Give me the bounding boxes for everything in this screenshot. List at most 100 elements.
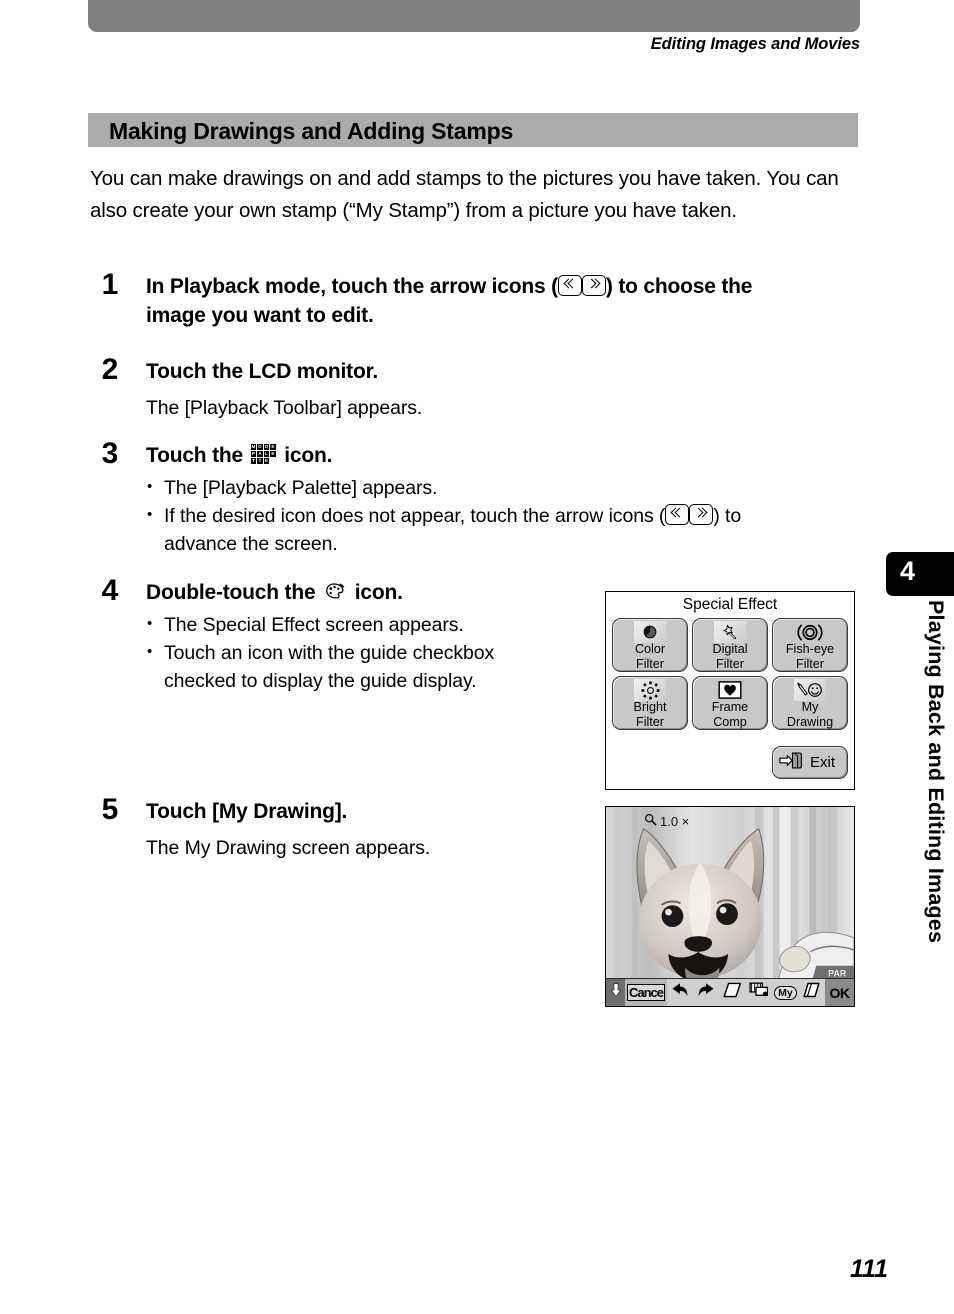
toolbar-eraser-button[interactable] (799, 979, 825, 1006)
toolbar-redo-button[interactable] (693, 979, 719, 1006)
corgi-photo: PAR (606, 807, 854, 1006)
step-1-heading: In Playback mode, touch the arrow icons … (146, 272, 790, 330)
step-3-bullet-2: If the desired icon does not appear, tou… (146, 501, 810, 558)
step-3: 3 Touch the M O D E P A L E T T E icon. … (90, 437, 810, 574)
toolbar-pen-button[interactable] (719, 979, 745, 1006)
step-3-bullet-1: The [Playback Palette] appears. (146, 473, 810, 502)
exit-label: Exit (810, 754, 836, 771)
bright-filter-icon (634, 679, 666, 701)
special-effect-title: Special Effect (682, 596, 778, 613)
arrow-right-icon (689, 504, 714, 525)
page-number: 111 (849, 1255, 888, 1283)
palette-letter: T (257, 458, 263, 464)
fisheye-filter-icon (794, 621, 826, 643)
step-5: 5 Touch [My Drawing]. The My Drawing scr… (90, 793, 570, 862)
digital-filter-icon (714, 621, 746, 643)
my-drawing-label: My Drawing (786, 700, 834, 729)
manual-page: Editing Images and Movies Making Drawing… (0, 0, 954, 1314)
my-drawing-icon (794, 679, 826, 701)
frame-stamp-icon (748, 982, 770, 1003)
magnifier-icon (644, 813, 657, 829)
step-3-heading-pre: Touch the (146, 444, 249, 467)
palette-letter: A (257, 451, 263, 457)
digital-filter-button[interactable]: Digital Filter (692, 618, 768, 672)
step-2: 2 Touch the LCD monitor. The [Playback T… (90, 353, 790, 422)
frame-comp-icon (714, 679, 746, 701)
undo-arrow-icon (670, 982, 690, 1003)
step-4-bullets: The Special Effect screen appears. Touch… (146, 610, 570, 695)
step-4-heading-pre: Double-touch the (146, 581, 322, 604)
toolbar-my-stamp-button[interactable]: My (772, 979, 798, 1006)
exit-arrow-icon (778, 751, 806, 775)
section-title: Making Drawings and Adding Stamps (109, 118, 514, 144)
palette-letter: E (263, 458, 270, 464)
mode-palette-icon: M O D E P A L E T T E (250, 444, 277, 466)
step-4: 4 Double-touch the icon. The Special Eff… (90, 574, 570, 711)
color-filter-button[interactable]: Color Filter (612, 618, 688, 672)
toolbar-cancel-button[interactable]: Cance (625, 979, 667, 1006)
intro-paragraph: You can make drawings on and add stamps … (90, 167, 839, 222)
frame-comp-label: Frame Comp (711, 700, 749, 729)
redo-arrow-icon (696, 982, 716, 1003)
step-3-bullets: The [Playback Palette] appears. If the d… (146, 473, 810, 558)
step-4-bullet-2: Touch an icon with the guide checkbox ch… (146, 638, 570, 695)
palette-letter: P (250, 451, 257, 457)
cancel-label: Cance (626, 984, 666, 1001)
eraser-icon (802, 982, 821, 1003)
arrow-left-icon (557, 275, 582, 296)
step-2-heading: Touch the LCD monitor. (146, 360, 379, 383)
toolbar-ok-button[interactable]: OK (825, 979, 854, 1006)
toolbar-down-button[interactable] (606, 979, 626, 1006)
top-header-bar (88, 0, 860, 32)
toolbar-undo-button[interactable] (667, 979, 693, 1006)
palette-letter: T (250, 458, 257, 464)
chapter-number: 4 (900, 556, 916, 586)
running-head: Editing Images and Movies (650, 35, 860, 53)
bright-filter-label: Bright Filter (633, 700, 667, 729)
pen-nib-icon (722, 982, 743, 1003)
step-4-number: 4 (101, 574, 119, 607)
ok-label: OK (829, 984, 851, 1001)
special-effect-screen: Special Effect Color Filter Digital Filt… (605, 591, 855, 790)
palette-letter: L (263, 451, 270, 457)
fisheye-filter-label: Fish-eye Filter (785, 642, 835, 671)
palette-letter: O (257, 444, 263, 450)
exit-button[interactable]: Exit (772, 746, 848, 779)
fisheye-filter-button[interactable]: Fish-eye Filter (772, 618, 848, 672)
down-arrow-icon (610, 982, 622, 1003)
step-2-number: 2 (101, 353, 119, 386)
drawing-toolbar: Cance My OK (606, 978, 854, 1006)
step-1: 1 In Playback mode, touch the arrow icon… (90, 268, 790, 330)
step-3-heading: Touch the M O D E P A L E T T E icon. (146, 441, 810, 470)
palette-letter: D (263, 444, 270, 450)
arrow-left-icon (665, 504, 690, 525)
section-heading-bar: Making Drawings and Adding Stamps (88, 113, 858, 147)
frame-comp-button[interactable]: Frame Comp (692, 676, 768, 730)
paint-palette-icon (323, 581, 347, 601)
step-4-heading-post: icon. (349, 581, 403, 604)
color-filter-label: Color Filter (634, 642, 666, 671)
special-effect-button-grid: Color Filter Digital Filter Fish-eye Fil… (612, 618, 850, 730)
my-drawing-screen: PAR 1.0 × Cance My OK (605, 806, 855, 1007)
step-3-heading-post: icon. (278, 444, 333, 467)
step-5-number: 5 (101, 793, 119, 826)
toolbar-stamp-button[interactable] (746, 979, 772, 1006)
step-5-subtext: The My Drawing screen appears. (146, 837, 431, 859)
palette-letter: E (270, 451, 276, 457)
bright-filter-button[interactable]: Bright Filter (612, 676, 688, 730)
color-filter-icon (634, 621, 666, 643)
palette-letter: E (270, 444, 276, 450)
chapter-tab: 4 (886, 552, 954, 596)
step-4-bullet-1: The Special Effect screen appears. (146, 610, 570, 639)
zoom-indicator: 1.0 × (644, 813, 689, 829)
step-2-subtext: The [Playback Toolbar] appears. (146, 397, 423, 419)
step-1-heading-pre: In Playback mode, touch the arrow icons … (146, 275, 558, 298)
arrow-right-icon (581, 275, 606, 296)
step-3-bullet-2-pre: If the desired icon does not appear, tou… (164, 505, 666, 527)
my-drawing-button[interactable]: My Drawing (772, 676, 848, 730)
chapter-title-vertical: Playing Back and Editing Images (924, 600, 948, 944)
step-3-number: 3 (101, 437, 119, 470)
arrow-icons-pair (665, 504, 714, 527)
step-4-heading: Double-touch the icon. (146, 578, 570, 607)
step-1-number: 1 (101, 268, 119, 301)
